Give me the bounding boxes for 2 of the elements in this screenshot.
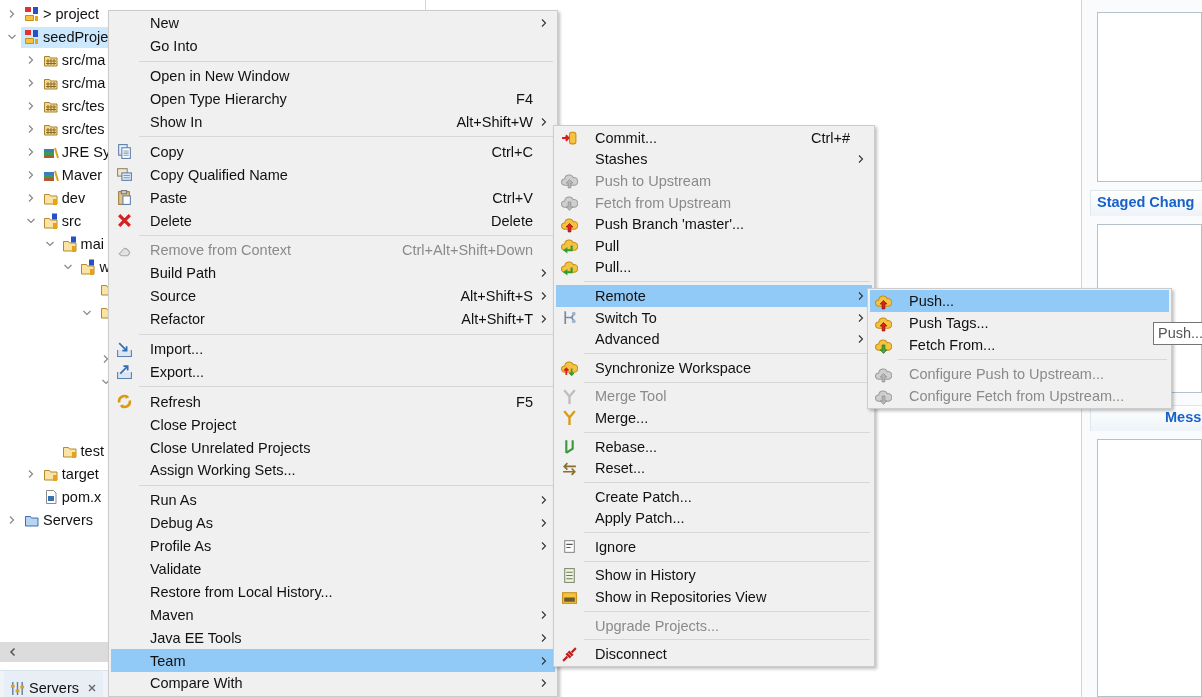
section-heading: Staged Chang (1090, 190, 1202, 216)
tooltip: Push... (1153, 322, 1202, 345)
